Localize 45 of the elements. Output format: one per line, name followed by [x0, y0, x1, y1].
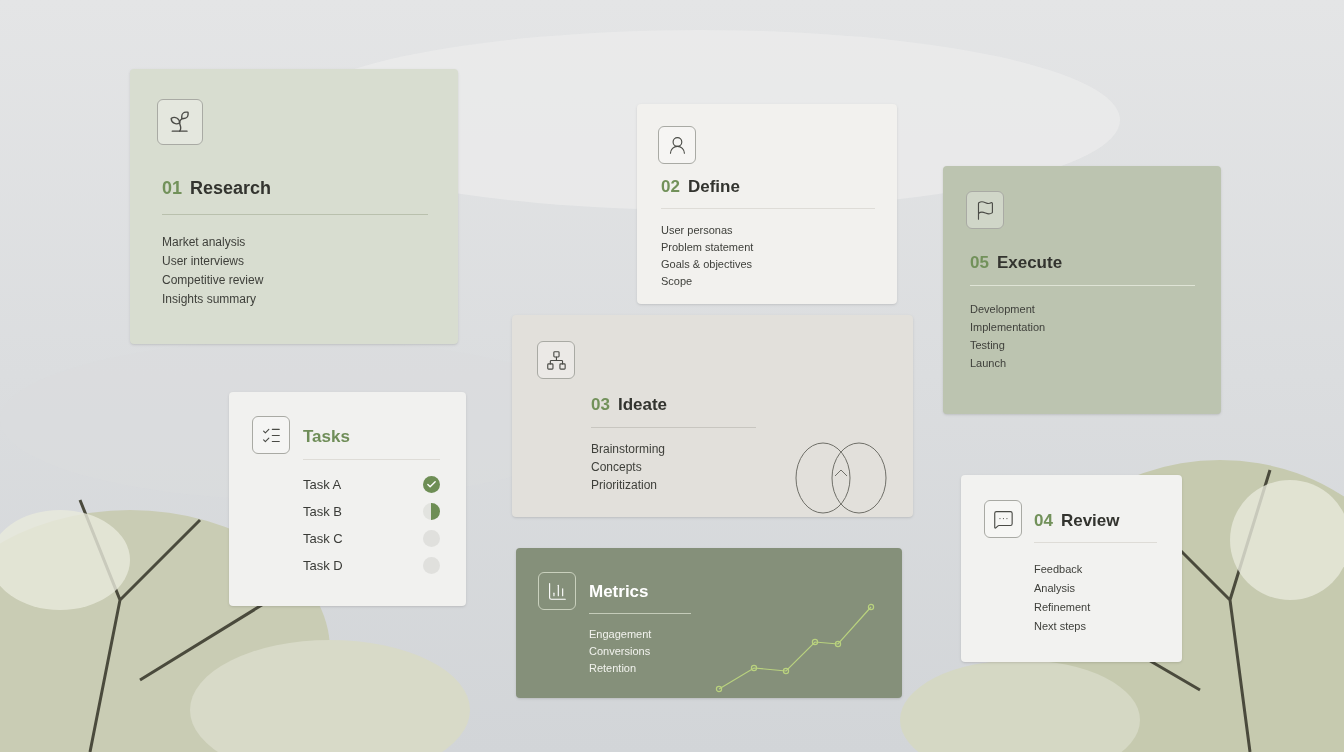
list-item: User interviews	[162, 253, 246, 270]
task-label: Task A	[303, 475, 342, 493]
stage-title: Ideate	[617, 394, 668, 416]
list-item: Analysis	[1034, 580, 1076, 596]
list-item: Next steps	[1034, 618, 1087, 634]
list-item: Concepts	[591, 458, 643, 476]
task-label: Task C	[303, 529, 343, 547]
stage-number: 03	[591, 394, 610, 416]
chat-bubble-icon	[984, 500, 1022, 538]
stage-title: Research	[190, 177, 272, 200]
stage-title: Define	[687, 176, 740, 198]
list-item: Market analysis	[162, 234, 247, 251]
list-item: Conversions	[589, 643, 652, 659]
stage-title: Metrics	[589, 581, 649, 603]
list-item: Refinement	[1034, 599, 1092, 615]
stage-number: 01	[162, 177, 183, 200]
tasks-title: Tasks	[303, 426, 351, 448]
stage-number: 04	[1034, 510, 1053, 532]
list-item: Brainstorming	[591, 440, 667, 458]
user-icon	[658, 126, 696, 164]
list-item: Insights summary	[162, 291, 258, 308]
stage-number: 05	[970, 252, 989, 274]
list-item: Competitive review	[162, 272, 265, 289]
list-item: Feedback	[1034, 561, 1084, 577]
list-item: User personas	[661, 222, 734, 238]
list-item: Testing	[970, 337, 1006, 353]
stage-title: Execute	[996, 252, 1063, 274]
stage-number: 02	[661, 176, 680, 198]
list-item: Engagement	[589, 626, 653, 642]
list-item: Scope	[661, 273, 694, 289]
list-item: Prioritization	[591, 476, 659, 494]
sprout-icon	[157, 99, 203, 145]
list-item: Goals & objectives	[661, 256, 754, 272]
checklist-icon	[252, 416, 290, 454]
list-item: Launch	[970, 355, 1008, 371]
branch-icon	[537, 341, 575, 379]
bar-chart-icon	[538, 572, 576, 610]
list-item: Problem statement	[661, 239, 755, 255]
stage-title: Review	[1060, 510, 1120, 532]
list-item: Development	[970, 301, 1036, 317]
list-item: Implementation	[970, 319, 1047, 335]
list-item: Retention	[589, 660, 638, 676]
flag-icon	[966, 191, 1004, 229]
task-label: Task B	[303, 502, 342, 520]
task-label: Task D	[303, 556, 343, 574]
